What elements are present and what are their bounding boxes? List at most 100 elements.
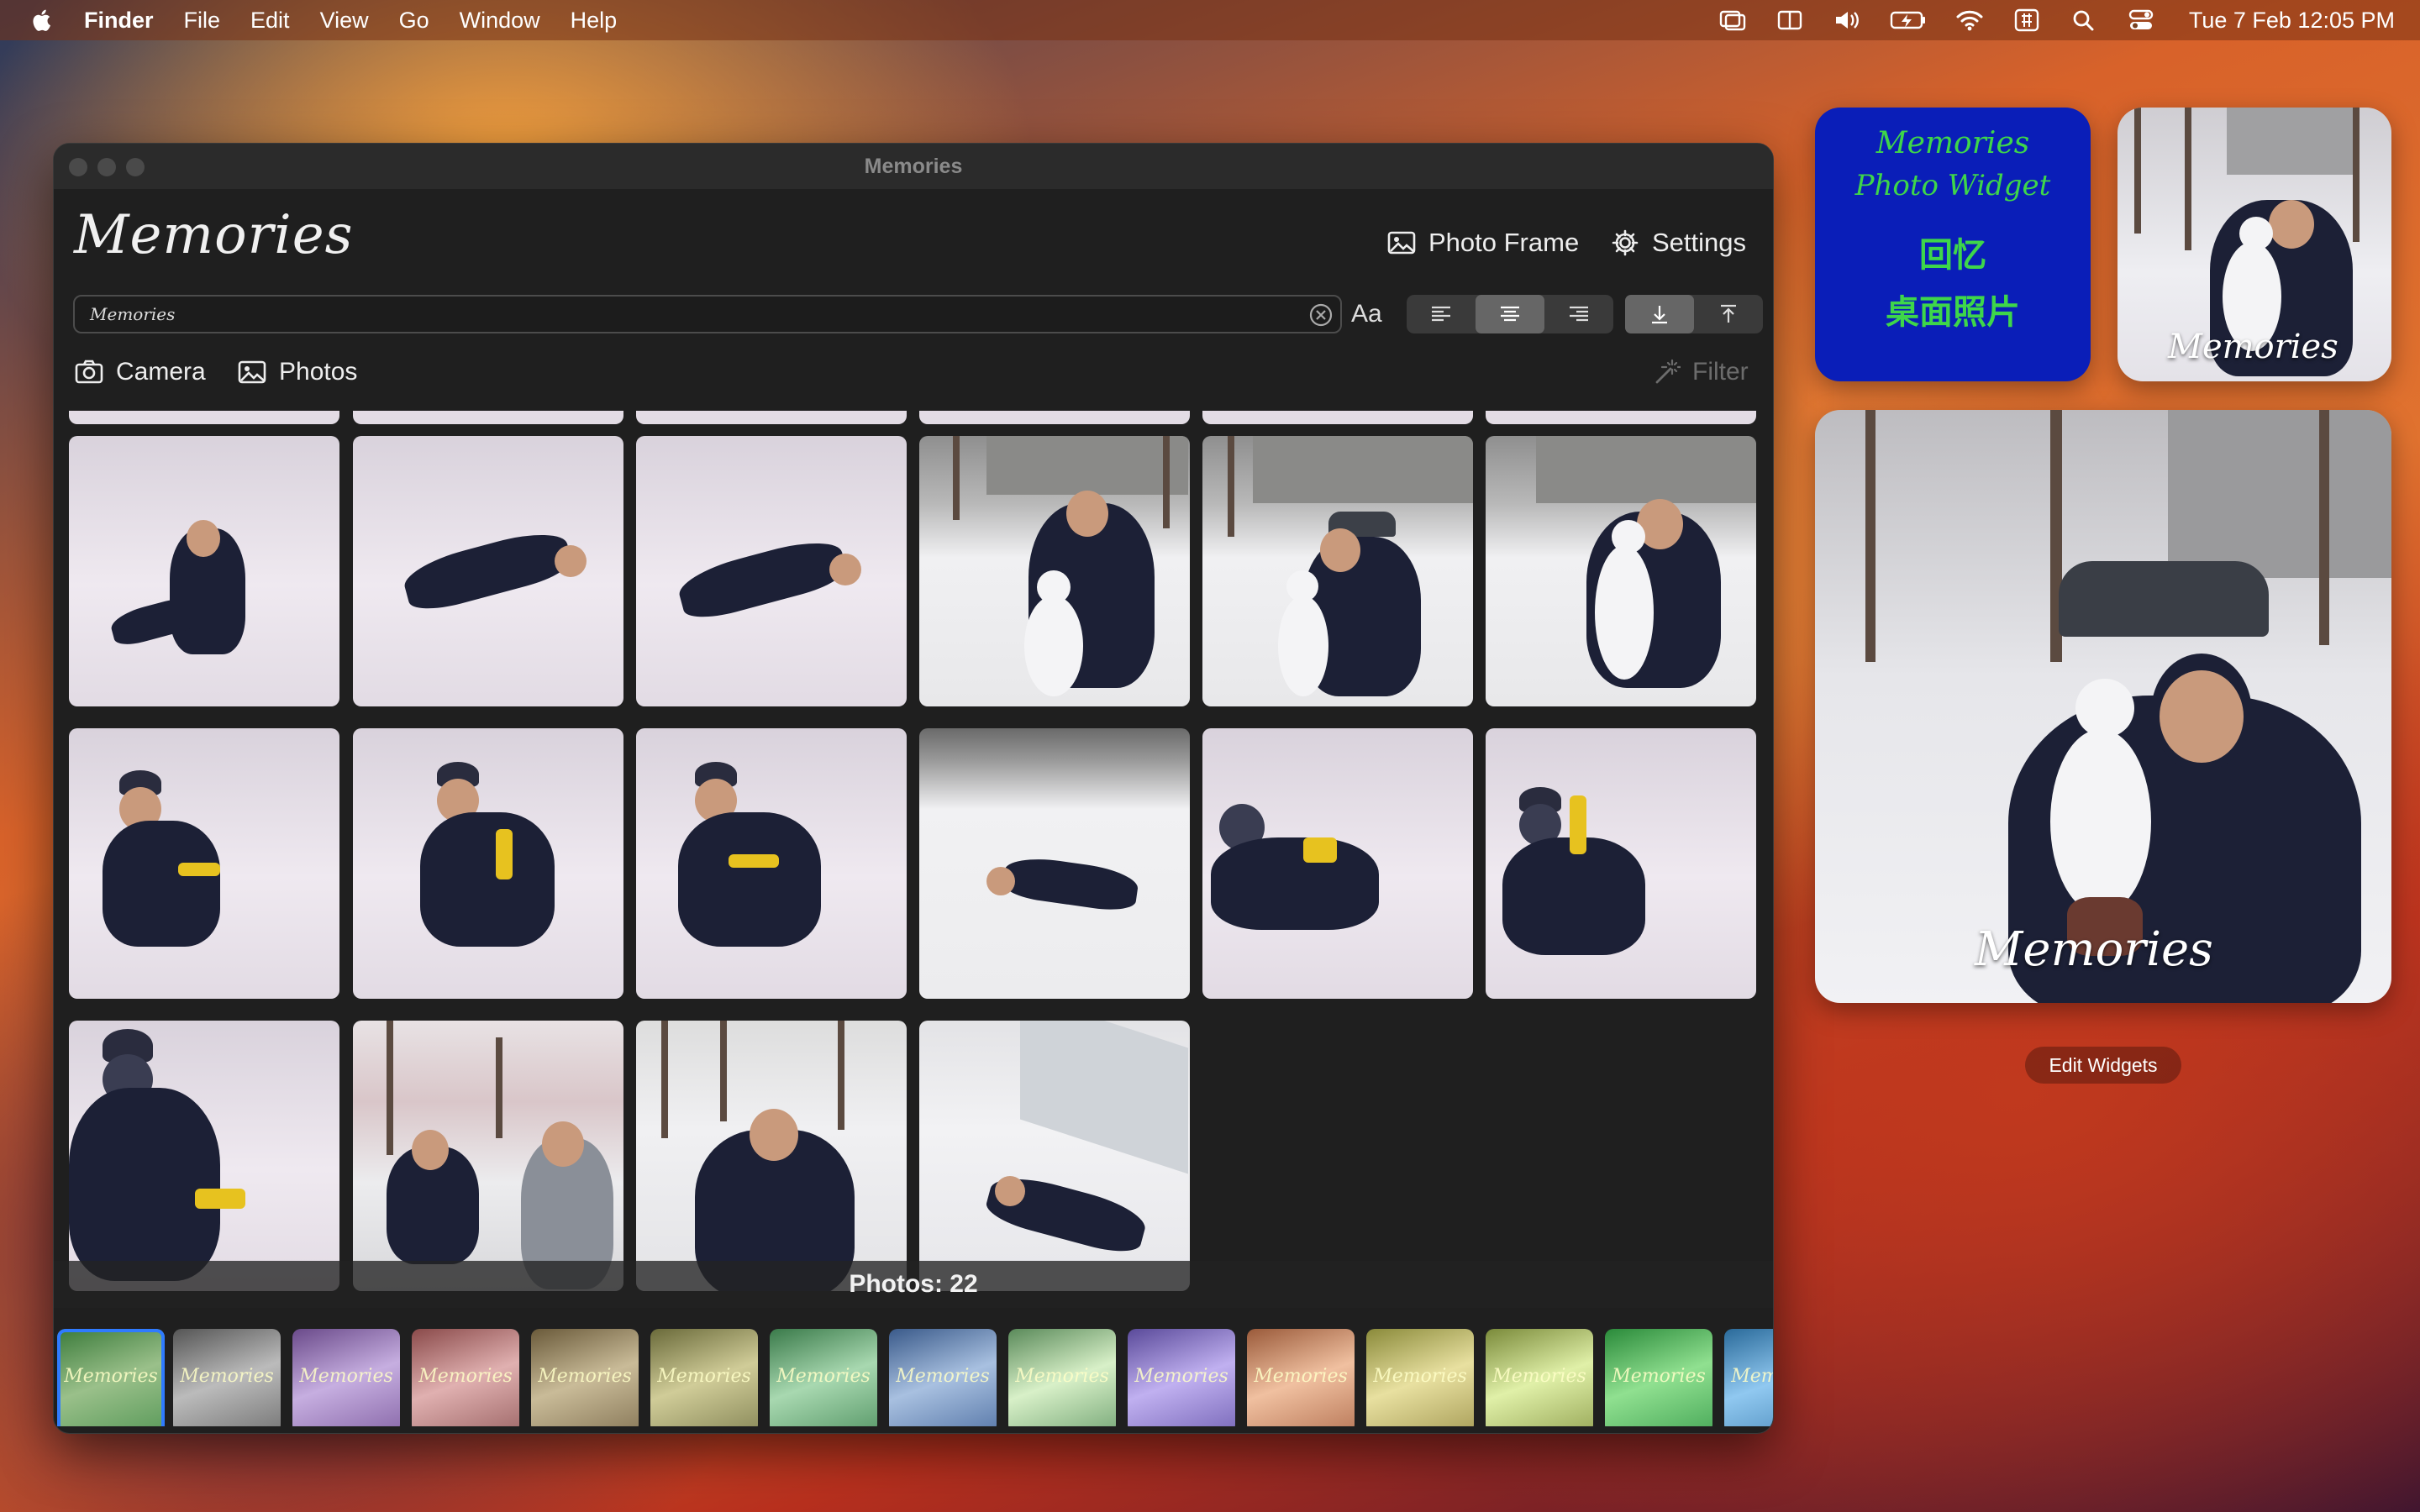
- position-bottom-button[interactable]: [1625, 295, 1694, 333]
- filter-strip: Memories Memories Memories Memories Memo…: [54, 1322, 1773, 1426]
- filter-thumbnail[interactable]: Memories: [1486, 1329, 1593, 1426]
- edit-widgets-button[interactable]: Edit Widgets: [2025, 1047, 2181, 1084]
- align-left-button[interactable]: [1407, 295, 1476, 333]
- filter-thumbnail[interactable]: Memories: [1008, 1329, 1116, 1426]
- filter-thumbnail-label: Memories: [418, 1366, 513, 1387]
- photo-frame-label: Photo Frame: [1428, 228, 1580, 257]
- filter-thumbnail[interactable]: Memories: [1605, 1329, 1712, 1426]
- arrow-down-to-line-icon: [1652, 306, 1667, 324]
- photo-thumbnail[interactable]: [636, 1021, 907, 1291]
- split-view-icon[interactable]: [1776, 8, 1804, 33]
- menu-app-finder[interactable]: Finder: [84, 8, 154, 34]
- photo-thumbnail[interactable]: [1202, 411, 1473, 424]
- filter-thumbnail-label: Memories: [538, 1366, 632, 1387]
- menu-bar: Finder File Edit View Go Window Help Tue…: [0, 0, 2420, 40]
- volume-icon[interactable]: [1833, 8, 1861, 33]
- filter-thumbnail-label: Memories: [657, 1366, 751, 1387]
- photo-thumbnail[interactable]: [69, 436, 339, 706]
- filter-thumbnail[interactable]: Memories: [770, 1329, 877, 1426]
- filter-thumbnail[interactable]: Memories: [412, 1329, 519, 1426]
- align-right-icon: [1570, 306, 1588, 322]
- filter-thumbnail[interactable]: Memories: [531, 1329, 639, 1426]
- align-left-icon: [1432, 306, 1450, 322]
- magic-wand-icon: [1655, 359, 1681, 384]
- photo-thumbnail[interactable]: [636, 728, 907, 999]
- font-button[interactable]: Aa: [1351, 300, 1382, 328]
- apple-icon[interactable]: [30, 8, 55, 33]
- photo-thumbnail[interactable]: [69, 728, 339, 999]
- photo-thumbnail[interactable]: [69, 1021, 339, 1291]
- filter-thumbnail[interactable]: Memories: [1366, 1329, 1474, 1426]
- spotlight-icon[interactable]: [2070, 8, 2098, 33]
- filter-thumbnail[interactable]: Memories: [292, 1329, 400, 1426]
- gear-icon: [1612, 229, 1639, 256]
- settings-button[interactable]: Settings: [1610, 226, 1746, 260]
- small-photo-widget[interactable]: Memories: [2118, 108, 2391, 381]
- display-icon[interactable]: [1718, 8, 1747, 33]
- menu-view[interactable]: View: [320, 8, 369, 34]
- photo-thumbnail[interactable]: [1202, 436, 1473, 706]
- clear-icon[interactable]: [1308, 302, 1334, 328]
- title-bar[interactable]: Memories: [54, 144, 1773, 189]
- filter-thumbnail[interactable]: Memories: [650, 1329, 758, 1426]
- menu-window[interactable]: Window: [460, 8, 540, 34]
- photo-thumbnail[interactable]: [1202, 728, 1473, 999]
- filter-thumbnail[interactable]: Memories: [1128, 1329, 1235, 1426]
- caption-text-value: Memories: [90, 304, 176, 324]
- filter-thumbnail[interactable]: Memories: [1247, 1329, 1355, 1426]
- menu-edit[interactable]: Edit: [250, 8, 290, 34]
- photo-thumbnail[interactable]: [353, 728, 623, 999]
- filter-button[interactable]: Filter: [1650, 357, 1773, 387]
- photo-frame-button[interactable]: Photo Frame: [1386, 226, 1579, 260]
- photo-thumbnail[interactable]: [353, 1021, 623, 1291]
- photo-thumbnail[interactable]: [1486, 728, 1756, 999]
- position-top-button[interactable]: [1694, 295, 1763, 333]
- photo-thumbnail[interactable]: [919, 411, 1190, 424]
- photo-thumbnail[interactable]: [636, 436, 907, 706]
- input-method-icon[interactable]: [2012, 8, 2041, 33]
- menu-file[interactable]: File: [184, 8, 221, 34]
- filter-thumbnail[interactable]: Memories: [57, 1329, 165, 1426]
- camera-button[interactable]: Camera: [74, 357, 206, 387]
- filter-label: Filter: [1692, 358, 1749, 386]
- battery-charging-icon[interactable]: [1890, 8, 1927, 33]
- photo-thumbnail[interactable]: [636, 411, 907, 424]
- menu-help[interactable]: Help: [571, 8, 618, 34]
- window-title: Memories: [864, 155, 963, 178]
- photo-thumbnail[interactable]: [1486, 411, 1756, 424]
- widget-line-2: Photo Widget: [1854, 169, 2051, 202]
- filter-thumbnail[interactable]: Memories: [889, 1329, 997, 1426]
- photo-thumbnail[interactable]: [353, 436, 623, 706]
- filter-thumbnail[interactable]: Memories: [173, 1329, 281, 1426]
- photo-grid: [54, 411, 1773, 1305]
- photos-button[interactable]: Photos: [237, 357, 357, 387]
- filter-thumbnail-label: Memories: [896, 1366, 990, 1387]
- align-center-button[interactable]: [1476, 295, 1544, 333]
- photo-thumbnail[interactable]: [919, 1021, 1190, 1291]
- photo-thumbnail[interactable]: [919, 728, 1190, 999]
- filter-thumbnail[interactable]: Memories: [1724, 1329, 1773, 1426]
- filter-thumbnail-label: Memories: [64, 1366, 158, 1387]
- photo-thumbnail[interactable]: [1486, 436, 1756, 706]
- menu-clock[interactable]: Tue 7 Feb 12:05 PM: [2189, 8, 2395, 34]
- filter-thumbnail-label: Memories: [1373, 1366, 1467, 1387]
- wifi-icon[interactable]: [1955, 8, 1984, 33]
- control-center-icon[interactable]: [2127, 8, 2155, 33]
- photo-icon: [1387, 231, 1416, 255]
- photo-thumbnail[interactable]: [69, 411, 339, 424]
- menu-go[interactable]: Go: [399, 8, 429, 34]
- filter-thumbnail-label: Memories: [1612, 1366, 1706, 1387]
- photo-thumbnail[interactable]: [353, 411, 623, 424]
- filter-thumbnail-label: Memories: [1134, 1366, 1228, 1387]
- status-area: Tue 7 Feb 12:05 PM: [1718, 0, 2395, 40]
- large-photo-widget[interactable]: Memories: [1815, 410, 2391, 1003]
- widget-line-1: Memories: [1876, 126, 2030, 160]
- align-right-button[interactable]: [1544, 295, 1613, 333]
- large-widget-caption: Memories: [1975, 922, 2213, 977]
- filter-thumbnail-label: Memories: [776, 1366, 871, 1387]
- photo-thumbnail[interactable]: [919, 436, 1190, 706]
- small-widget-caption: Memories: [2168, 328, 2338, 366]
- caption-text-field[interactable]: Memories: [73, 295, 1342, 333]
- memories-text-widget[interactable]: Memories Photo Widget 回忆 桌面照片: [1815, 108, 2091, 381]
- filter-thumbnail-label: Memories: [1254, 1366, 1348, 1387]
